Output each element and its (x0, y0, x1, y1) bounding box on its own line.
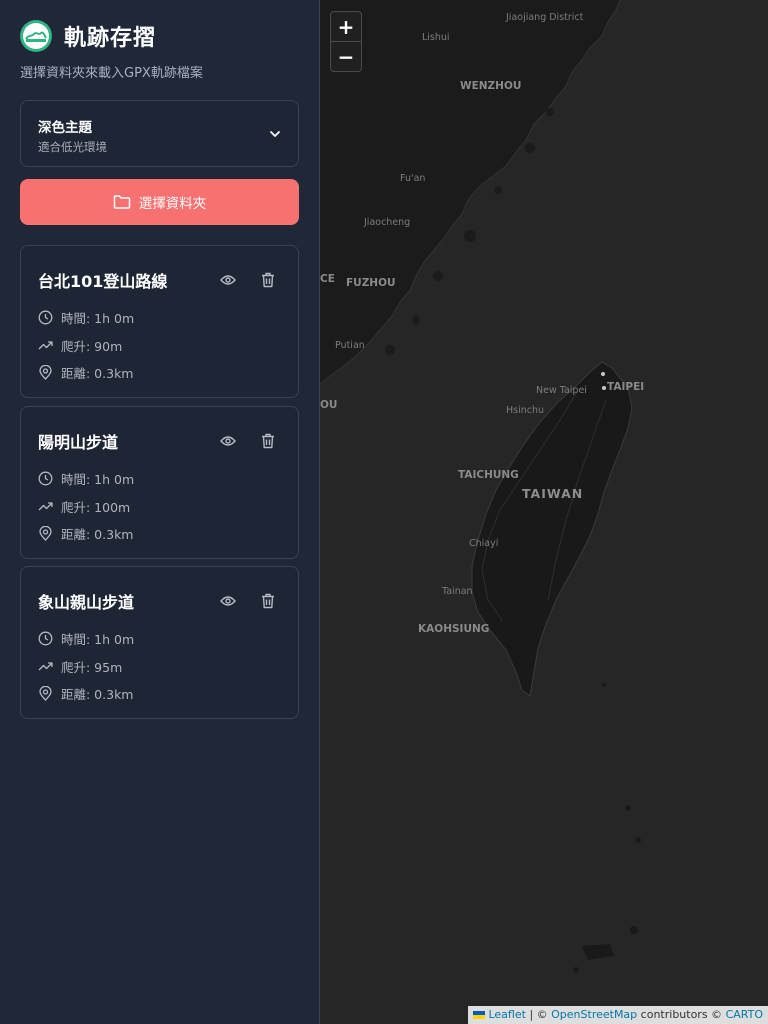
map-label-ce: CE (320, 273, 335, 285)
eye-icon (220, 596, 236, 606)
trending-up-icon (38, 341, 53, 350)
eye-icon (220, 436, 236, 446)
track-card[interactable]: 象山親山步道 時間: 1h 0m 爬升: 95m 距離: 0.3km (20, 566, 299, 719)
eye-icon (220, 275, 236, 285)
sidebar: 軌跡存摺 選擇資料夾來載入GPX軌跡檔案 深色主題 適合低光環境 選擇資料夾 台… (0, 0, 320, 1024)
map-label-taiwan: TAIWAN (522, 486, 584, 501)
trending-up-icon (38, 502, 53, 511)
track-distance: 距離: 0.3km (38, 363, 133, 382)
map-view[interactable]: Jiaojiang District Lishui WENZHOU Fu'an … (320, 0, 768, 1024)
delete-track-button[interactable] (256, 589, 280, 613)
track-title: 象山親山步道 (38, 593, 135, 612)
map-pin-icon (39, 526, 52, 541)
theme-selector[interactable]: 深色主題 適合低光環境 (20, 100, 299, 167)
view-track-button[interactable] (216, 429, 240, 453)
track-card[interactable]: 台北101登山路線 時間: 1h 0m 爬升: 90m 距離: 0.3km (20, 245, 299, 398)
map-pin-icon (39, 686, 52, 701)
map-label-jiaojiang: Jiaojiang District (506, 12, 584, 23)
track-marker[interactable] (601, 372, 605, 376)
track-title: 陽明山步道 (38, 433, 119, 452)
app-title: 軌跡存摺 (64, 26, 157, 51)
track-elevation: 爬升: 95m (38, 657, 122, 676)
map-label-hsinchu: Hsinchu (506, 405, 545, 416)
delete-track-button[interactable] (256, 268, 280, 292)
map-label-jiaocheng: Jiaocheng (364, 217, 411, 228)
map-label-new-taipei: New Taipei (536, 385, 587, 396)
clock-icon (38, 631, 53, 646)
map-label-fuzhou: FUZHOU (346, 277, 396, 289)
map-label-taichung: TAICHUNG (458, 469, 519, 481)
map-label-chiayi: Chiayi (469, 538, 499, 549)
delete-track-button[interactable] (256, 429, 280, 453)
trash-icon (262, 593, 274, 609)
track-distance: 距離: 0.3km (38, 524, 133, 543)
map-label-tainan: Tainan (442, 586, 473, 597)
chevron-down-icon (270, 131, 280, 137)
view-track-button[interactable] (216, 268, 240, 292)
map-label-taipei: TAIPEI (607, 381, 645, 393)
map-pin-icon (39, 365, 52, 380)
zoom-control: + − (330, 11, 362, 72)
map-label-wenzhou: WENZHOU (460, 80, 522, 92)
app-logo-icon (20, 20, 52, 52)
map-label-ou: OU (320, 399, 338, 411)
map-label-fuan: Fu'an (400, 173, 426, 184)
track-time: 時間: 1h 0m (38, 629, 134, 648)
brand: 軌跡存摺 (20, 20, 156, 52)
view-track-button[interactable] (216, 589, 240, 613)
attribution-separator: | © (529, 1008, 548, 1021)
track-elevation: 爬升: 100m (38, 497, 130, 516)
select-folder-label: 選擇資料夾 (138, 196, 207, 211)
map-label-kaohsiung: KAOHSIUNG (418, 623, 490, 635)
folder-icon (113, 195, 130, 209)
app-subtitle: 選擇資料夾來載入GPX軌跡檔案 (20, 66, 203, 81)
track-distance: 距離: 0.3km (38, 684, 133, 703)
carto-link[interactable]: CARTO (726, 1008, 763, 1021)
map-tiles (320, 0, 768, 1024)
track-title: 台北101登山路線 (38, 272, 168, 291)
map-label-putian: Putian (335, 340, 365, 351)
attribution-contributors: contributors © (640, 1008, 723, 1021)
theme-description: 適合低光環境 (38, 140, 107, 154)
trending-up-icon (38, 662, 53, 671)
track-time: 時間: 1h 0m (38, 308, 134, 327)
zoom-out-button[interactable]: − (331, 42, 361, 71)
clock-icon (38, 310, 53, 325)
clock-icon (38, 471, 53, 486)
track-time: 時間: 1h 0m (38, 469, 134, 488)
track-elevation: 爬升: 90m (38, 336, 122, 355)
leaflet-link[interactable]: Leaflet (488, 1008, 525, 1021)
ukraine-flag-icon (473, 1011, 486, 1019)
map-attribution: Leaflet | © OpenStreetMap contributors ©… (468, 1006, 768, 1024)
zoom-in-button[interactable]: + (331, 12, 361, 41)
trash-icon (262, 272, 274, 288)
trash-icon (262, 433, 274, 449)
map-label-lishui: Lishui (422, 32, 450, 43)
track-card[interactable]: 陽明山步道 時間: 1h 0m 爬升: 100m 距離: 0.3km (20, 406, 299, 559)
app-root: 軌跡存摺 選擇資料夾來載入GPX軌跡檔案 深色主題 適合低光環境 選擇資料夾 台… (0, 0, 768, 1024)
select-folder-button[interactable]: 選擇資料夾 (20, 179, 299, 225)
theme-name: 深色主題 (38, 120, 92, 136)
track-marker[interactable] (602, 386, 606, 390)
osm-link[interactable]: OpenStreetMap (551, 1008, 637, 1021)
